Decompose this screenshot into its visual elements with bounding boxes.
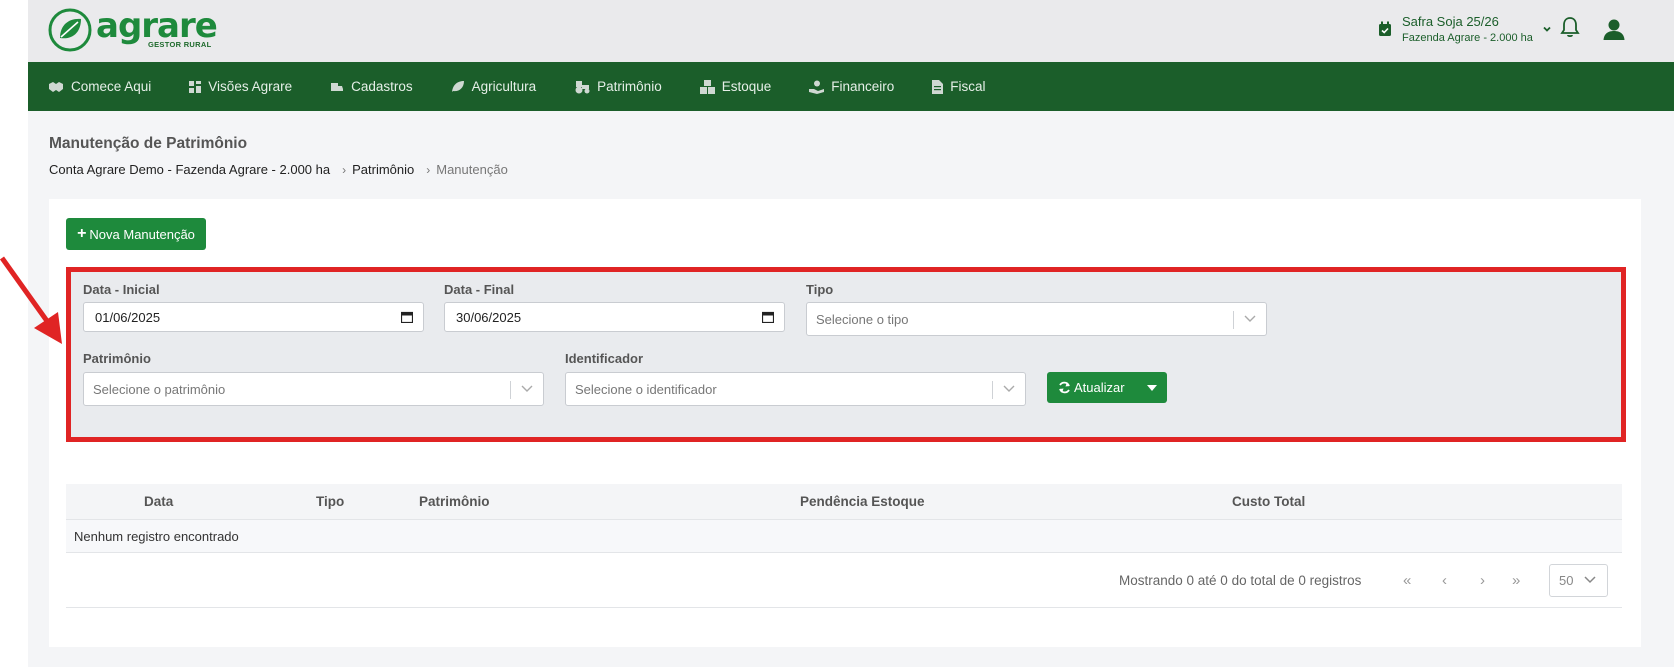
leaf-logo-icon — [48, 8, 92, 52]
data-final-label: Data - Final — [444, 282, 515, 297]
nav-fiscal[interactable]: Fiscal — [932, 79, 986, 94]
identificador-select[interactable]: Selecione o identificador — [565, 372, 1026, 406]
dashboard-icon — [189, 80, 202, 93]
breadcrumb-account[interactable]: Conta Agrare Demo - Fazenda Agrare - 2.0… — [49, 162, 330, 177]
chevron-right-icon: › — [426, 162, 431, 177]
column-pendencia-estoque[interactable]: Pendência Estoque — [800, 494, 925, 509]
safra-title: Safra Soja 25/26 — [1402, 14, 1499, 29]
data-inicial-label: Data - Inicial — [83, 282, 160, 297]
chevron-down-icon — [1244, 315, 1256, 322]
handshake-icon — [49, 81, 63, 92]
hand-coin-icon — [809, 80, 825, 94]
calendar-icon[interactable] — [401, 311, 413, 323]
breadcrumb-current: Manutenção — [436, 162, 508, 177]
refresh-icon — [1059, 381, 1070, 394]
atualizar-button[interactable]: Atualizar — [1047, 372, 1167, 403]
nav-patrimonio[interactable]: Patrimônio — [574, 79, 662, 94]
column-custo-total[interactable]: Custo Total — [1232, 494, 1305, 509]
user-avatar-icon[interactable] — [1602, 17, 1626, 46]
document-icon — [932, 79, 944, 94]
maintenance-table: Data Tipo Patrimônio Pendência Estoque C… — [66, 484, 1622, 608]
app-root: agrare GESTOR RURAL Safra Soja 25/26 Faz… — [28, 0, 1674, 667]
page-title: Manutenção de Patrimônio — [49, 135, 248, 152]
leaf-icon — [451, 81, 464, 92]
page-size-select[interactable]: 50 — [1549, 564, 1608, 597]
column-data[interactable]: Data — [144, 494, 173, 509]
notifications-bell-icon[interactable] — [1560, 16, 1580, 43]
chevron-down-icon — [1003, 385, 1015, 392]
column-patrimonio[interactable]: Patrimônio — [419, 494, 490, 509]
content-card: + Nova Manutenção Data - Inicial 01/06/2… — [49, 199, 1641, 647]
tipo-select[interactable]: Selecione o tipo — [806, 302, 1267, 336]
annotation-arrow-icon — [0, 256, 62, 344]
column-tipo[interactable]: Tipo — [316, 494, 344, 509]
logo-subtitle: GESTOR RURAL — [148, 40, 212, 49]
logo-wordmark: agrare — [96, 6, 218, 46]
empty-message: Nenhum registro encontrado — [74, 529, 239, 544]
safra-selector[interactable]: Safra Soja 25/26 Fazenda Agrare - 2.000 … — [1378, 14, 1553, 44]
pagination: Mostrando 0 até 0 do total de 0 registro… — [66, 553, 1622, 608]
identificador-label: Identificador — [565, 351, 644, 366]
new-maintenance-button[interactable]: + Nova Manutenção — [66, 218, 206, 250]
next-page-icon[interactable]: › — [1480, 572, 1485, 589]
nav-visoes-agrare[interactable]: Visões Agrare — [189, 79, 292, 94]
top-header: agrare GESTOR RURAL Safra Soja 25/26 Faz… — [28, 0, 1674, 62]
calendar-check-icon — [1379, 21, 1391, 36]
chevron-right-icon: › — [342, 162, 347, 177]
chevron-down-icon — [521, 385, 533, 392]
pagination-summary: Mostrando 0 até 0 do total de 0 registro… — [1119, 573, 1362, 588]
nav-comece-aqui[interactable]: Comece Aqui — [48, 79, 151, 94]
breadcrumb: Conta Agrare Demo - Fazenda Agrare - 2.0… — [49, 162, 508, 177]
safra-farm: Fazenda Agrare - 2.000 ha — [1402, 32, 1533, 44]
plus-icon: + — [77, 225, 87, 242]
data-inicial-input[interactable]: 01/06/2025 — [83, 302, 424, 332]
truck-icon — [331, 82, 344, 91]
nav-financeiro[interactable]: Financeiro — [809, 79, 894, 94]
data-final-input[interactable]: 30/06/2025 — [444, 302, 785, 332]
nav-agricultura[interactable]: Agricultura — [451, 79, 536, 94]
boxes-icon — [699, 79, 715, 94]
filters-panel: Data - Inicial 01/06/2025 Data - Final 3… — [66, 267, 1626, 442]
patrimonio-select[interactable]: Selecione o patrimônio — [83, 372, 544, 406]
last-page-icon[interactable]: » — [1512, 572, 1520, 589]
main-navigation: Comece Aqui Visões Agrare Cadastros Agri… — [28, 62, 1674, 111]
table-empty-row: Nenhum registro encontrado — [66, 520, 1622, 553]
nav-estoque[interactable]: Estoque — [699, 79, 771, 94]
nav-cadastros[interactable]: Cadastros — [330, 79, 413, 94]
agrare-logo[interactable]: agrare GESTOR RURAL — [48, 6, 218, 54]
breadcrumb-patrimonio[interactable]: Patrimônio — [352, 162, 414, 177]
tipo-label: Tipo — [806, 282, 834, 297]
patrimonio-label: Patrimônio — [83, 351, 151, 366]
previous-page-icon[interactable]: ‹ — [1442, 572, 1447, 589]
calendar-icon[interactable] — [762, 311, 774, 323]
table-header: Data Tipo Patrimônio Pendência Estoque C… — [66, 484, 1622, 520]
atualizar-dropdown-toggle[interactable] — [1137, 372, 1167, 403]
first-page-icon[interactable]: « — [1403, 572, 1411, 589]
caret-down-icon — [1147, 384, 1157, 391]
chevron-down-icon — [1543, 26, 1551, 32]
tractor-icon — [575, 80, 590, 93]
chevron-down-icon — [1584, 576, 1596, 584]
